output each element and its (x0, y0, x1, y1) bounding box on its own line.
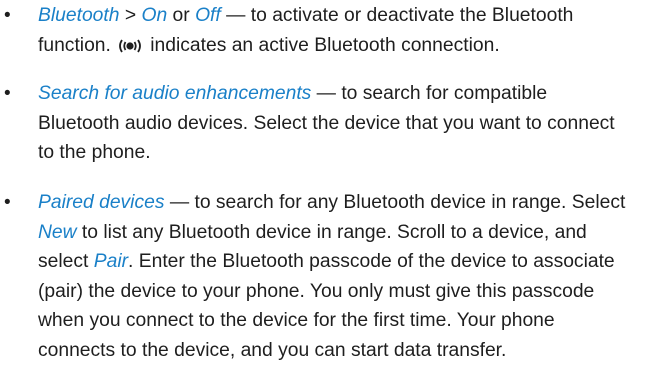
text-line: Search for audio enhancements — to searc… (38, 79, 547, 109)
body-text: select (38, 251, 94, 273)
bullet-marker: • (4, 5, 11, 26)
menu-option-link[interactable]: New (38, 222, 77, 243)
bluetooth-active-icon (117, 35, 143, 65)
text-line: Bluetooth > On or Off — to activate or d… (38, 1, 573, 31)
body-text: . Enter the Bluetooth passcode of the de… (128, 251, 615, 273)
menu-option-link[interactable]: Off (195, 5, 221, 26)
text-line: to the phone. (38, 138, 151, 168)
text-line: when you connect to the device for the f… (38, 306, 555, 336)
bullet-marker: • (4, 83, 11, 104)
body-text: (pair) the device to your phone. You onl… (38, 280, 595, 302)
text-line: select Pair. Enter the Bluetooth passcod… (38, 247, 615, 277)
menu-option-link[interactable]: Search for audio enhancements (38, 83, 311, 104)
text-line: New to list any Bluetooth device in rang… (38, 218, 587, 248)
body-text: — to activate or deactivate the Bluetoot… (220, 5, 574, 26)
body-text: > (119, 5, 142, 26)
menu-option-link[interactable]: On (141, 5, 167, 26)
text-line: (pair) the device to your phone. You onl… (38, 277, 594, 307)
document-page: • Bluetooth > On or Off — to activate or … (0, 0, 670, 361)
body-text: function. (38, 34, 111, 56)
body-text: indicates an active Bluetooth connection… (144, 34, 500, 56)
body-text: — to search for compatible (311, 83, 548, 104)
text-line: Paired devices — to search for any Bluet… (38, 188, 625, 218)
text-line: Bluetooth audio devices. Select the devi… (38, 109, 615, 139)
body-text: — to search for any Bluetooth device in … (164, 192, 626, 213)
menu-option-link[interactable]: Paired devices (38, 192, 164, 213)
bullet-marker: • (4, 192, 11, 213)
body-text: when you connect to the device for the f… (38, 310, 555, 332)
menu-option-link[interactable]: Bluetooth (38, 5, 119, 26)
text-line: connects to the device, and you can star… (38, 336, 506, 366)
body-text: Bluetooth audio devices. Select the devi… (38, 112, 615, 134)
menu-option-link[interactable]: Pair (94, 251, 128, 272)
text-line: function. indicates an active Bluetooth … (38, 31, 500, 65)
body-text: or (167, 5, 196, 26)
body-text: to the phone. (38, 142, 151, 164)
body-text: connects to the device, and you can star… (38, 340, 507, 361)
body-text: to list any Bluetooth device in range. S… (76, 221, 587, 243)
